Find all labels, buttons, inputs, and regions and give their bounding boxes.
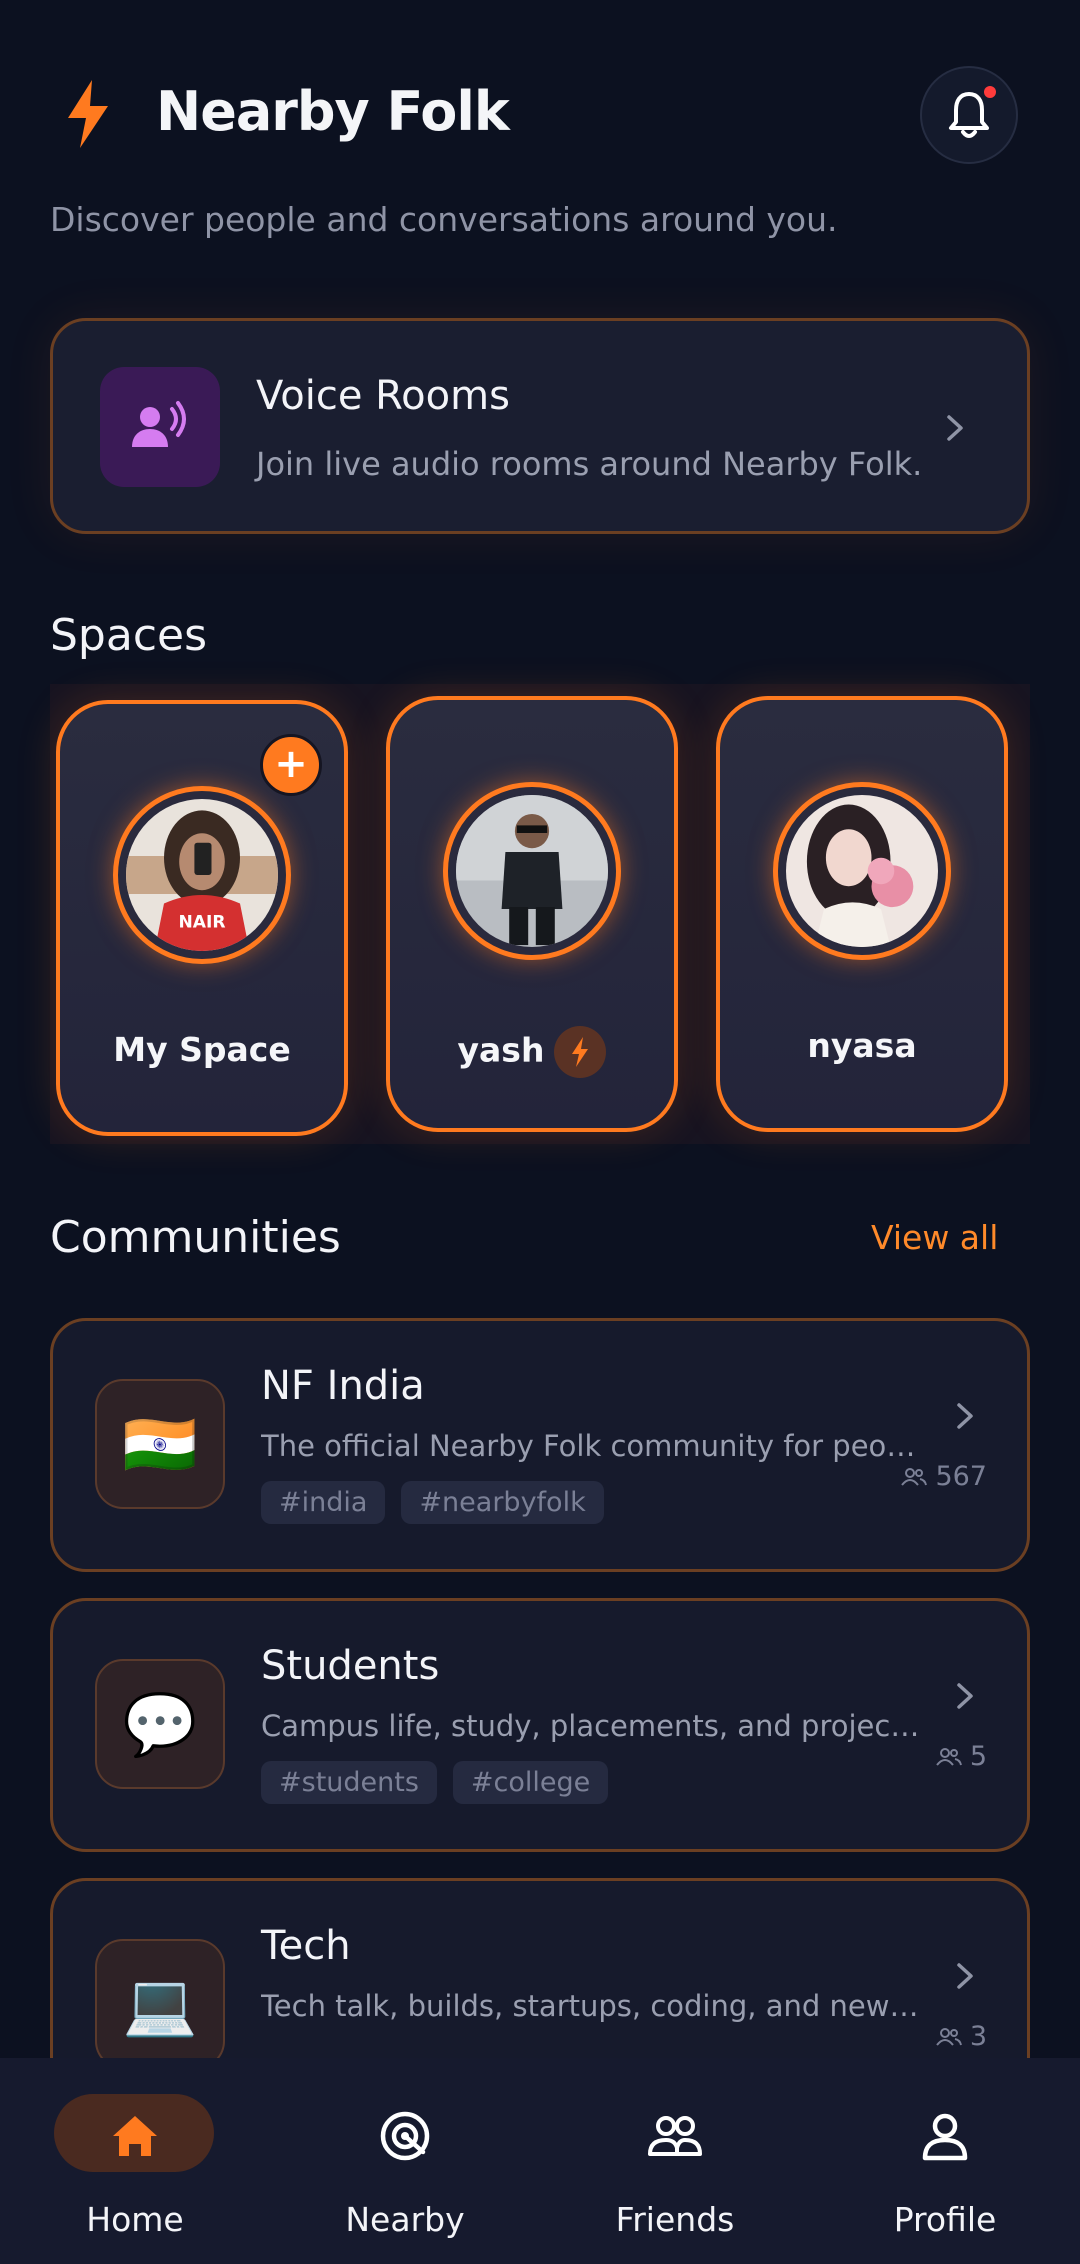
laptop-icon: 💻 <box>95 1939 225 2069</box>
page-subtitle: Discover people and conversations around… <box>50 200 838 239</box>
member-count-value: 567 <box>935 1461 987 1492</box>
spaces-carousel[interactable]: NAIR + My Space yash nyasa <box>50 684 1030 1144</box>
community-card-students[interactable]: 💬 Students Campus life, study, placement… <box>50 1598 1030 1852</box>
person-icon <box>922 2113 968 2161</box>
bolt-icon <box>572 1037 589 1067</box>
bottom-nav: Home Nearby Friends Profile <box>0 2058 1080 2264</box>
nav-profile[interactable]: Profile <box>810 2058 1080 2264</box>
nav-label: Nearby <box>345 2200 465 2239</box>
nav-label: Profile <box>893 2200 997 2239</box>
tag[interactable]: #nearbyfolk <box>401 1481 604 1524</box>
nav-nearby[interactable]: Nearby <box>270 2058 540 2264</box>
person-voice-icon <box>132 401 186 447</box>
space-name: nyasa <box>807 1026 917 1065</box>
nav-label: Friends <box>615 2200 735 2239</box>
tag[interactable]: #college <box>452 1761 609 1804</box>
app-title: Nearby Folk <box>156 80 510 143</box>
space-name: yash <box>457 1030 545 1070</box>
radar-icon <box>380 2111 430 2161</box>
avatar: NAIR <box>126 799 278 951</box>
notification-dot <box>984 86 996 98</box>
community-description: Tech talk, builds, startups, coding, and… <box>261 1989 921 2023</box>
community-name: NF India <box>261 1363 425 1409</box>
nav-home[interactable]: Home <box>0 2058 270 2264</box>
voice-rooms-title: Voice Rooms <box>256 373 510 419</box>
tag[interactable]: #students <box>261 1761 437 1804</box>
chevron-right-icon <box>957 1963 973 1989</box>
chevron-right-icon <box>947 415 963 441</box>
voice-rooms-description: Join live audio rooms around Nearby Folk… <box>256 445 923 483</box>
avatar <box>456 795 608 947</box>
communities-heading: Communities <box>50 1212 341 1263</box>
nav-label: Home <box>86 2200 184 2239</box>
bell-icon <box>949 92 989 138</box>
community-name: Students <box>261 1643 440 1689</box>
space-avatar-ring <box>773 782 951 960</box>
community-tags: #india #nearbyfolk <box>261 1481 604 1524</box>
home-icon <box>113 2116 157 2156</box>
members-icon <box>936 1747 962 1766</box>
voice-rooms-card[interactable]: Voice Rooms Join live audio rooms around… <box>50 318 1030 534</box>
tag[interactable]: #india <box>261 1481 386 1524</box>
space-avatar-ring: NAIR <box>113 786 291 964</box>
bolt-badge <box>554 1026 607 1078</box>
friends-icon <box>648 2116 702 2156</box>
member-count: 567 <box>901 1461 987 1492</box>
space-card-yash[interactable]: yash <box>386 696 678 1132</box>
community-description: The official Nearby Folk community for p… <box>261 1429 921 1463</box>
member-count: 3 <box>936 2021 987 2052</box>
members-icon <box>901 1467 928 1486</box>
add-space-button[interactable]: + <box>260 734 322 796</box>
space-card-my-space[interactable]: NAIR + My Space <box>56 700 348 1136</box>
avatar <box>786 795 938 947</box>
chevron-right-icon <box>957 1403 973 1429</box>
space-name-row: yash <box>390 1026 674 1078</box>
svg-text:NAIR: NAIR <box>178 912 225 932</box>
space-avatar-ring <box>443 782 621 960</box>
space-card-nyasa[interactable]: nyasa <box>716 696 1008 1132</box>
notifications-button[interactable] <box>920 66 1018 164</box>
voice-rooms-icon-box <box>100 367 220 487</box>
member-count: 5 <box>936 1741 987 1772</box>
space-name: My Space <box>113 1030 291 1069</box>
community-name: Tech <box>261 1923 351 1969</box>
bolt-logo-icon <box>68 80 108 148</box>
members-icon <box>936 2027 962 2046</box>
community-tags: #students #college <box>261 1761 609 1804</box>
nav-friends[interactable]: Friends <box>540 2058 810 2264</box>
member-count-value: 3 <box>969 2021 987 2052</box>
india-flag-icon: 🇮🇳 <box>95 1379 225 1509</box>
community-card-nf-india[interactable]: 🇮🇳 NF India The official Nearby Folk com… <box>50 1318 1030 1572</box>
spaces-heading: Spaces <box>50 610 208 661</box>
chevron-right-icon <box>957 1683 973 1709</box>
speech-bubble-icon: 💬 <box>95 1659 225 1789</box>
member-count-value: 5 <box>969 1741 987 1772</box>
view-all-link[interactable]: View all <box>871 1218 998 1257</box>
community-description: Campus life, study, placements, and proj… <box>261 1709 921 1743</box>
